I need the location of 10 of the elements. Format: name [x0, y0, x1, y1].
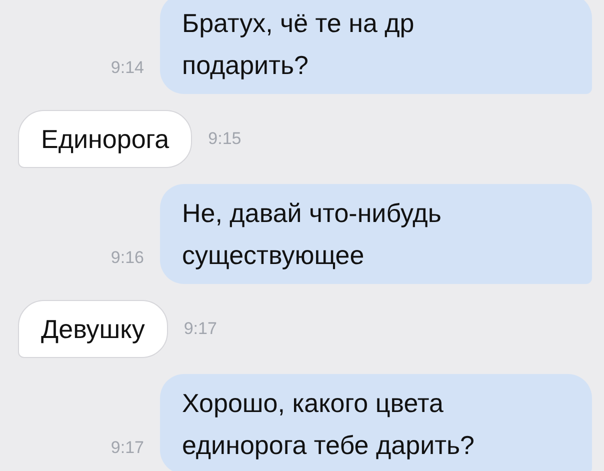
sent-message: Не, давай что-нибудь существующее	[160, 184, 592, 284]
message-time: 9:16	[110, 248, 144, 269]
received-message: Единорога	[18, 110, 192, 168]
received-message: Девушку	[18, 300, 168, 358]
sent-message: Братух, чё те на др подарить?	[160, 0, 592, 94]
message-time: 9:17	[184, 319, 217, 339]
message-time: 9:14	[110, 58, 144, 79]
message-time: 9:15	[208, 129, 242, 149]
message-time: 9:17	[110, 438, 144, 459]
sent-message: Хорошо, какого цвета единорога тебе дарить?	[160, 374, 592, 471]
